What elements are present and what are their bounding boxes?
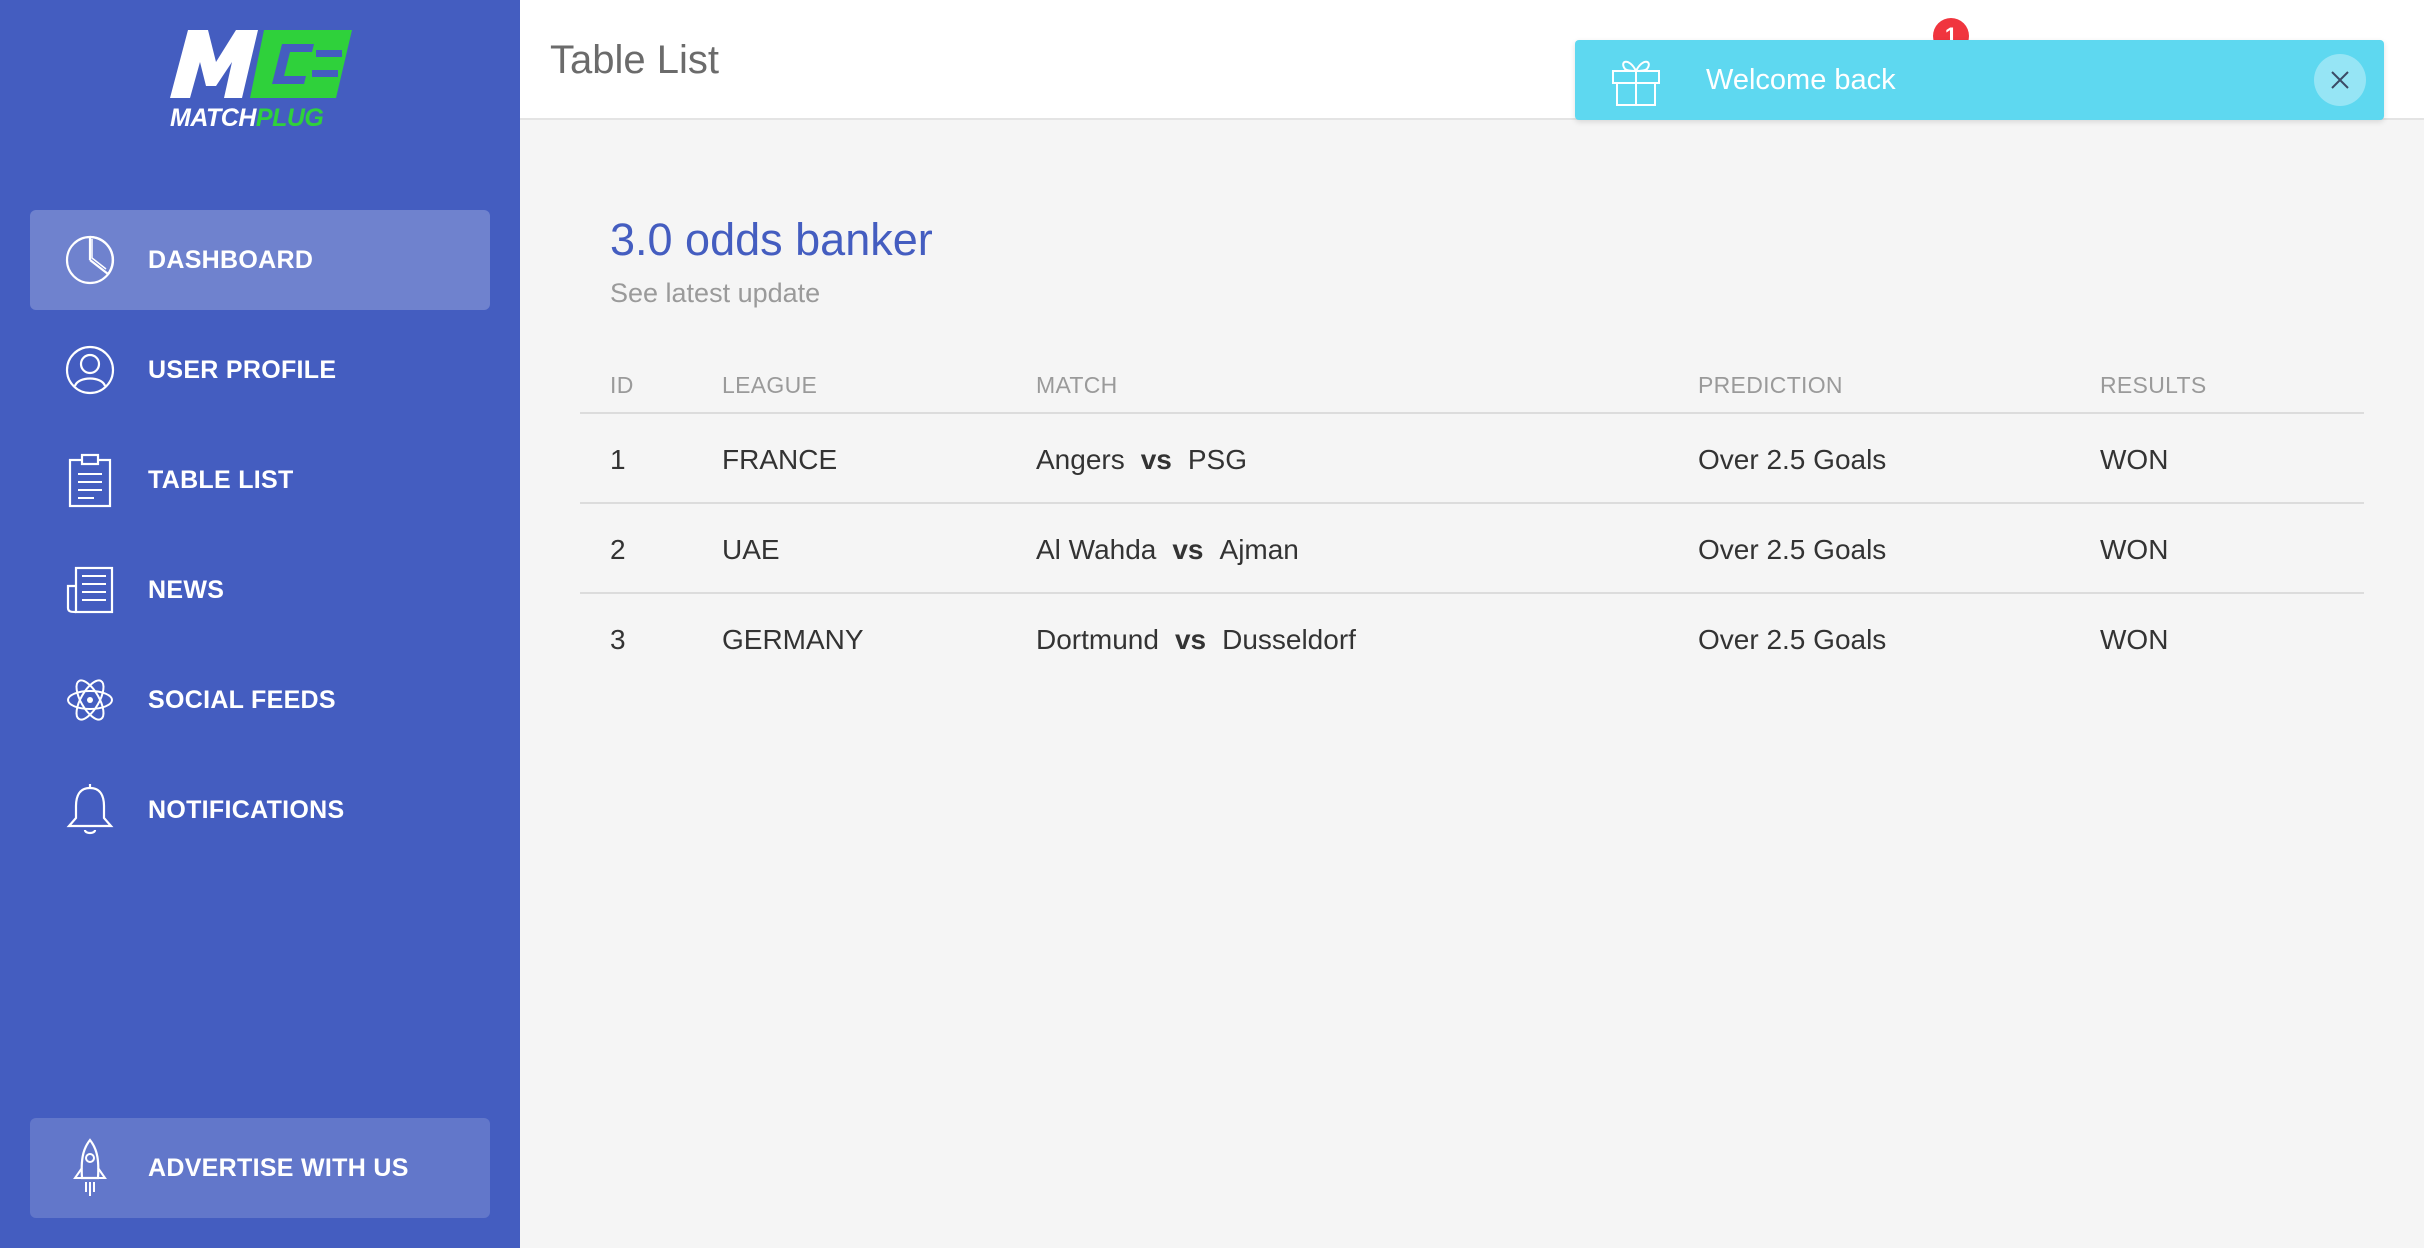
sidebar-item-label: Notifications <box>148 795 345 824</box>
cell-result: WON <box>2100 624 2169 655</box>
cell-id: 3 <box>610 624 626 655</box>
cell-id: 1 <box>610 444 626 475</box>
cell-match: Dortmund vs Dusseldorf <box>1036 624 1356 656</box>
cell-league: FRANCE <box>722 444 838 475</box>
sidebar-item-user-profile[interactable]: User Profile <box>30 320 490 420</box>
table-row: 1 FRANCE Angers vs PSG Over 2.5 Goals WON <box>580 414 2364 504</box>
logo-wordmark: MATCHPLUG <box>170 104 324 133</box>
atom-icon <box>62 672 118 728</box>
cell-prediction: Over 2.5 Goals <box>1698 444 1887 475</box>
column-header-league: LEAGUE <box>722 372 818 398</box>
logo-text-match: MATCH <box>170 104 256 132</box>
sidebar-item-news[interactable]: News <box>30 540 490 640</box>
cell-result: WON <box>2100 534 2169 565</box>
toast-close-button[interactable] <box>2314 54 2366 106</box>
home-team: Dortmund <box>1036 624 1159 655</box>
toast-message: Welcome back <box>1706 64 1896 96</box>
away-team: Ajman <box>1219 534 1299 565</box>
sidebar-item-label: News <box>148 575 225 604</box>
table-row: 2 UAE Al Wahda vs Ajman Over 2.5 Goals WON <box>580 504 2364 594</box>
predictions-table: ID LEAGUE MATCH PREDICTION RESULTS 1 FRA… <box>580 350 2364 682</box>
home-team: Al Wahda <box>1036 534 1157 565</box>
cell-match: Angers vs PSG <box>1036 444 1247 476</box>
away-team: PSG <box>1187 444 1248 475</box>
matchplug-logo[interactable]: MATCHPLUG <box>166 28 356 138</box>
card-title: 3.0 odds banker <box>610 214 933 265</box>
cell-league: UAE <box>722 534 780 565</box>
cell-result: WON <box>2100 444 2169 475</box>
sidebar-nav: Dashboard User Profile Table List News S… <box>30 210 490 870</box>
vs-label: vs <box>1140 444 1172 475</box>
home-team: Angers <box>1036 444 1125 475</box>
vs-label: vs <box>1172 534 1204 565</box>
vs-label: vs <box>1174 624 1207 655</box>
cell-id: 2 <box>610 534 626 565</box>
gift-icon <box>1609 53 1663 107</box>
page-title: Table List <box>550 38 719 82</box>
sidebar-item-label: Social Feeds <box>148 685 336 714</box>
sidebar-item-social-feeds[interactable]: Social Feeds <box>30 650 490 750</box>
sidebar-item-table-list[interactable]: Table List <box>30 430 490 530</box>
user-icon <box>62 342 118 398</box>
rocket-icon <box>62 1138 118 1196</box>
sidebar-item-label: Table List <box>148 465 294 494</box>
pie-chart-icon <box>62 232 118 288</box>
advertise-button[interactable]: ADVERTISE WITH US <box>30 1118 490 1218</box>
logo-text-plug: PLUG <box>255 104 324 132</box>
clipboard-icon <box>62 452 118 508</box>
sidebar-item-label: Dashboard <box>148 245 314 274</box>
card-subtitle: See latest update <box>610 278 821 308</box>
welcome-toast: Welcome back <box>1575 40 2384 120</box>
cell-match: Al Wahda vs Ajman <box>1036 534 1299 566</box>
cell-prediction: Over 2.5 Goals <box>1698 534 1887 565</box>
sidebar-item-label: User Profile <box>148 355 337 384</box>
sidebar: MATCHPLUG Dashboard User Profile Table L… <box>0 0 520 1248</box>
sidebar-item-notifications[interactable]: Notifications <box>30 760 490 860</box>
table-row: 3 GERMANY Dortmund vs Dusseldorf Over 2.5 … <box>580 594 2364 682</box>
table-header: ID LEAGUE MATCH PREDICTION RESULTS <box>580 350 2364 414</box>
column-header-id: ID <box>610 372 634 398</box>
advertise-label: ADVERTISE WITH US <box>148 1153 409 1182</box>
sidebar-item-dashboard[interactable]: Dashboard <box>30 210 490 310</box>
plug-logo-icon <box>170 30 352 98</box>
cell-league: GERMANY <box>722 624 864 655</box>
column-header-prediction: PREDICTION <box>1698 372 1843 398</box>
column-header-match: MATCH <box>1036 372 1118 398</box>
newspaper-icon <box>62 562 118 618</box>
bell-icon <box>62 782 118 838</box>
away-team: Dusseldorf <box>1222 624 1356 655</box>
column-header-results: RESULTS <box>2100 372 2207 398</box>
cell-prediction: Over 2.5 Goals <box>1698 624 1887 655</box>
close-icon <box>2331 71 2349 89</box>
